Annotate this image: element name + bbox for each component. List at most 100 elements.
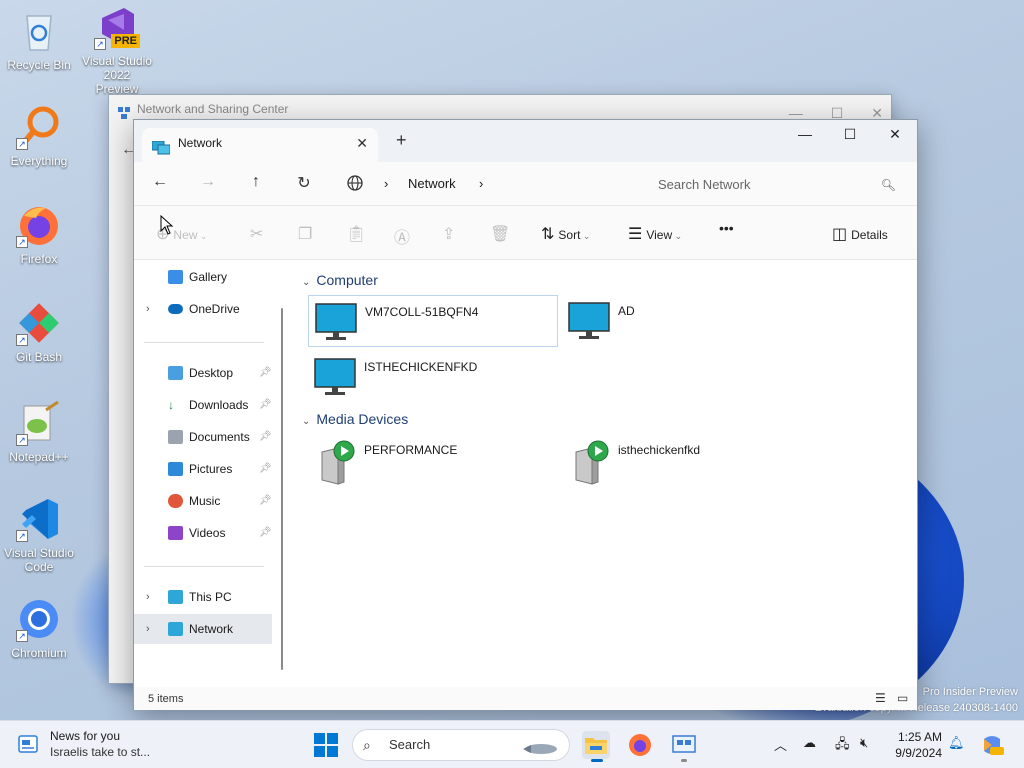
copilot-icon[interactable] [980, 733, 1004, 760]
sidebar-item-label: Music [189, 494, 221, 508]
file-explorer-window[interactable]: Network ✕ + — ☐ ✕ ← → ↑ ↻ › Network › Se… [133, 119, 918, 710]
group-header-media-devices[interactable]: ⌄ Media Devices [302, 411, 408, 427]
desktop-icon-recycle-bin[interactable]: Recycle Bin [4, 8, 74, 72]
cut-icon[interactable]: ✂ [250, 224, 263, 244]
refresh-icon[interactable]: ↻ [292, 173, 316, 193]
breadcrumb-chevron-icon[interactable]: › [479, 176, 483, 191]
details-view-icon[interactable]: ☰ [875, 691, 886, 705]
mouse-cursor-icon [160, 215, 174, 235]
show-hidden-icons-chevron-icon[interactable]: ︿ [774, 735, 787, 754]
network-status-icon[interactable]: 🖧︎ [835, 735, 850, 757]
media-device-name: isthechickenfkd [618, 443, 701, 457]
collapse-chevron-icon[interactable]: ⌄ [302, 277, 310, 288]
computer-item[interactable]: ISTHECHICKENFKD [308, 351, 558, 403]
active-indicator [591, 759, 603, 762]
desktop-icon-everything[interactable]: ↗ Everything [4, 104, 74, 168]
pin-icon[interactable]: 📌︎ [259, 358, 272, 388]
windows-logo-icon [314, 733, 338, 757]
sidebar-item-music[interactable]: Music 📌︎ [134, 486, 272, 516]
network-icon [168, 622, 183, 636]
copy-icon[interactable]: ❐ [298, 224, 312, 244]
more-options-button[interactable]: ••• [719, 220, 734, 236]
sidebar-item-videos[interactable]: Videos 📌︎ [134, 518, 272, 548]
sort-button[interactable]: ⇅ Sort ⌄ [541, 224, 590, 244]
notification-bell-icon[interactable]: 🔔︎ [948, 735, 965, 751]
taskbar-search[interactable]: ⌕ Search [352, 729, 570, 761]
media-device-item[interactable]: isthechickenfkd [562, 434, 812, 486]
pre-badge: PRE [111, 34, 140, 48]
clock-date: 9/9/2024 [895, 746, 942, 760]
start-button[interactable] [314, 733, 338, 757]
tiles-view-icon[interactable]: ▭ [897, 691, 908, 705]
pin-icon[interactable]: 📌︎ [259, 422, 272, 452]
expand-chevron-icon[interactable]: › [146, 614, 150, 644]
sidebar-item-downloads[interactable]: ↓ Downloads 📌︎ [134, 390, 272, 420]
up-icon[interactable]: ↑ [244, 173, 268, 191]
close-window-icon[interactable]: ✕ [875, 124, 915, 144]
share-icon[interactable]: ⇪ [442, 224, 455, 244]
minimize-icon[interactable]: — [785, 124, 825, 144]
taskbar-network-center[interactable] [670, 731, 698, 762]
sidebar-item-label: This PC [189, 590, 232, 604]
computer-item[interactable]: VM7COLL-51BQFN4 [308, 295, 558, 347]
desktop-icon-label: Git Bash [15, 350, 63, 364]
group-header-computer[interactable]: ⌄ Computer [302, 272, 378, 288]
taskbar-file-explorer[interactable] [582, 731, 610, 762]
details-button[interactable]: ◫ Details [832, 224, 888, 244]
breadcrumb-separator-icon[interactable]: › [384, 176, 388, 191]
forward-icon[interactable]: → [196, 173, 220, 191]
sidebar-item-documents[interactable]: Documents 📌︎ [134, 422, 272, 452]
expand-chevron-icon[interactable]: › [146, 582, 150, 612]
desktop-icon-visual-studio[interactable]: PRE ↗ Visual Studio 2022 Preview [82, 4, 152, 96]
sidebar-scrollbar[interactable] [281, 308, 283, 670]
computer-name: ISTHECHICKENFKD [364, 360, 478, 374]
onedrive-offline-icon[interactable]: ☁︎ [803, 735, 816, 751]
desktop-icon-git-bash[interactable]: ↗ Git Bash [4, 300, 74, 364]
delete-icon[interactable]: 🗑︎ [490, 224, 510, 244]
new-label: New [173, 228, 198, 242]
breadcrumb-network[interactable]: Network [408, 176, 456, 191]
firefox-icon: ↗ [16, 202, 62, 248]
sidebar-item-gallery[interactable]: Gallery [134, 262, 272, 292]
command-bar: ⊕ New ⌄ ✂ ❐ 📋︎ Ⓐ ⇪ 🗑︎ ⇅ Sort ⌄ ☰ View ⌄ •••… [134, 206, 917, 260]
sidebar-item-this-pc[interactable]: › This PC [134, 582, 272, 612]
back-icon[interactable]: ← [148, 173, 172, 191]
shortcut-arrow-icon: ↗ [16, 138, 28, 150]
chromium-icon: ↗ [16, 596, 62, 642]
rename-icon[interactable]: Ⓐ [394, 224, 410, 248]
pin-icon[interactable]: 📌︎ [259, 518, 272, 548]
network-center-icon [672, 735, 696, 753]
pin-icon[interactable]: 📌︎ [259, 454, 272, 484]
pin-icon[interactable]: 📌︎ [259, 486, 272, 516]
desktop-icon-notepad-plus-plus[interactable]: ↗ Notepad++ [4, 400, 74, 464]
globe-icon[interactable] [346, 174, 364, 195]
media-device-name: PERFORMANCE [364, 443, 458, 457]
desktop-icon-vscode[interactable]: ↗ Visual Studio Code [4, 496, 74, 574]
new-tab-icon[interactable]: + [396, 130, 407, 151]
taskbar-firefox[interactable] [626, 731, 654, 759]
desktop-icon-firefox[interactable]: ↗ Firefox [4, 202, 74, 266]
desktop-icon-chromium[interactable]: ↗ Chromium [4, 596, 74, 660]
vscode-icon: ↗ [16, 496, 62, 542]
desktop-icon-label: Notepad++ [9, 450, 69, 464]
clock[interactable]: 1:25 AM 9/9/2024 [892, 729, 942, 761]
tab-network[interactable]: Network ✕ [142, 128, 378, 162]
expand-chevron-icon[interactable]: › [146, 294, 150, 324]
sidebar-item-network[interactable]: › Network [134, 614, 272, 644]
computer-name: VM7COLL-51BQFN4 [365, 305, 479, 319]
search-input[interactable]: Search Network 🔍︎ [644, 170, 908, 200]
sidebar-item-pictures[interactable]: Pictures 📌︎ [134, 454, 272, 484]
tab-bar: Network ✕ + — ☐ ✕ [134, 120, 917, 162]
volume-muted-icon[interactable]: 🔇︎ [860, 735, 868, 751]
sidebar-item-desktop[interactable]: Desktop 📌︎ [134, 358, 272, 388]
computer-item[interactable]: AD [562, 295, 812, 347]
maximize-icon[interactable]: ☐ [830, 124, 870, 144]
media-device-item[interactable]: PERFORMANCE [308, 434, 558, 486]
view-button[interactable]: ☰ View ⌄ [628, 224, 682, 244]
pin-icon[interactable]: 📌︎ [259, 390, 272, 420]
sidebar-item-onedrive[interactable]: › OneDrive [134, 294, 272, 324]
desktop-icon-label: Everything [10, 154, 68, 168]
paste-icon[interactable]: 📋︎ [346, 224, 366, 244]
collapse-chevron-icon[interactable]: ⌄ [302, 416, 310, 427]
close-tab-icon[interactable]: ✕ [356, 128, 368, 158]
